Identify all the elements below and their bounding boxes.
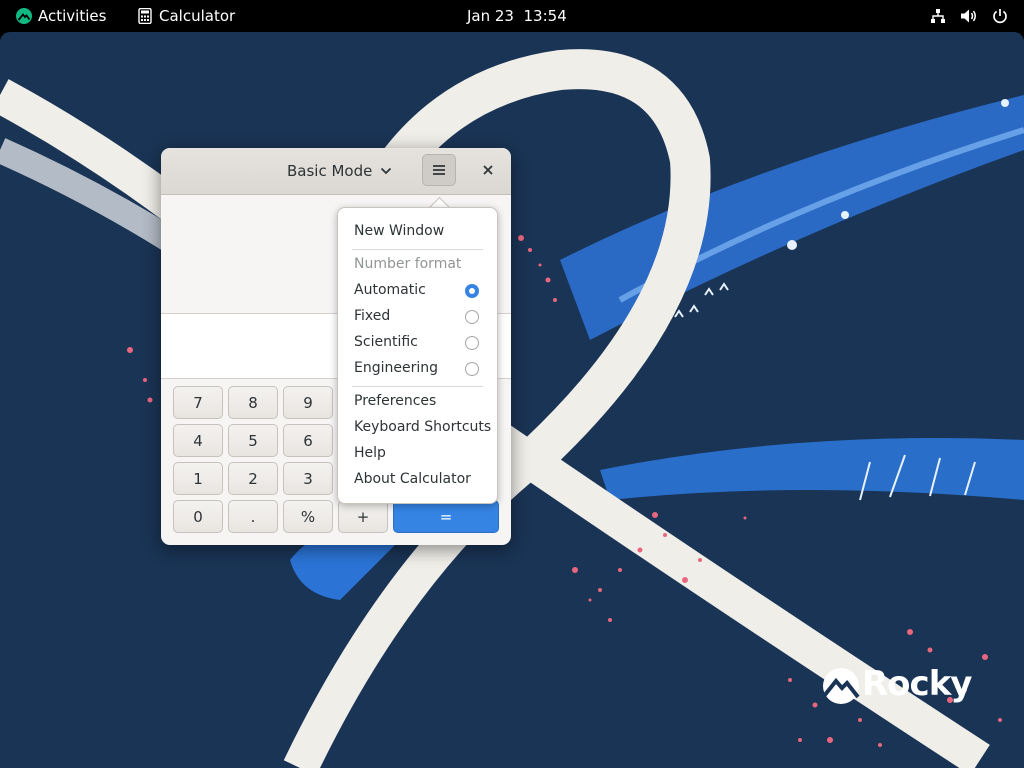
key-percent[interactable]: % [283, 500, 333, 533]
radio-scientific[interactable] [465, 336, 479, 350]
number-format-header: Number format [354, 256, 462, 272]
desktop: Rocky Basic Mode 7 8 9 4 5 6 1 2 3 0 . %… [0, 32, 1024, 768]
key-plus[interactable]: + [338, 500, 388, 533]
chevron-down-icon [380, 167, 392, 175]
menu-item-preferences[interactable]: Preferences [354, 393, 436, 409]
key-3[interactable]: 3 [283, 462, 333, 495]
key-2[interactable]: 2 [228, 462, 278, 495]
close-icon [483, 165, 493, 175]
menu-item-help[interactable]: Help [354, 445, 386, 461]
top-bar: Activities Calculator Jan 23 13:54 [0, 0, 1024, 32]
radio-fixed[interactable] [465, 310, 479, 324]
key-8[interactable]: 8 [228, 386, 278, 419]
rocky-brand-logo: Rocky [862, 664, 972, 704]
key-decimal-point[interactable]: . [228, 500, 278, 533]
menu-separator [352, 386, 483, 387]
menu-item-fixed[interactable]: Fixed [354, 308, 390, 324]
power-icon [992, 8, 1008, 24]
menu-item-automatic[interactable]: Automatic [354, 282, 426, 298]
key-6[interactable]: 6 [283, 424, 333, 457]
key-1[interactable]: 1 [173, 462, 223, 495]
header-bar: Basic Mode [161, 148, 511, 195]
key-9[interactable]: 9 [283, 386, 333, 419]
key-5[interactable]: 5 [228, 424, 278, 457]
key-equals[interactable]: = [393, 500, 499, 533]
menu-item-new-window[interactable]: New Window [354, 223, 444, 239]
menu-item-scientific[interactable]: Scientific [354, 334, 418, 350]
menu-item-engineering[interactable]: Engineering [354, 360, 438, 376]
clock-label: Jan 23 13:54 [467, 7, 567, 25]
activities-label: Activities [38, 7, 107, 25]
system-tray[interactable] [930, 0, 1008, 32]
key-7[interactable]: 7 [173, 386, 223, 419]
clock-button[interactable]: Jan 23 13:54 [467, 0, 567, 32]
activities-button[interactable]: Activities [16, 0, 106, 32]
rocky-logo-icon [16, 8, 32, 24]
menu-separator [352, 249, 483, 250]
menu-item-about[interactable]: About Calculator [354, 471, 471, 487]
radio-automatic[interactable] [465, 284, 479, 298]
volume-icon [960, 8, 978, 24]
main-menu-button[interactable] [422, 154, 456, 186]
calculator-icon [138, 8, 152, 24]
menu-item-keyboard-shortcuts[interactable]: Keyboard Shortcuts [354, 419, 491, 435]
main-menu-popover: New Window Number format Automatic Fixed… [337, 207, 498, 504]
wallpaper [0, 49, 1024, 768]
key-4[interactable]: 4 [173, 424, 223, 457]
close-window-button[interactable] [473, 155, 503, 185]
key-0[interactable]: 0 [173, 500, 223, 533]
hamburger-menu-icon [433, 165, 445, 175]
radio-engineering[interactable] [465, 362, 479, 376]
mode-label: Basic Mode [287, 162, 373, 180]
mode-switch-button[interactable]: Basic Mode [279, 156, 400, 186]
network-icon [930, 8, 946, 24]
app-menu-button[interactable]: Calculator [138, 0, 235, 32]
app-menu-label: Calculator [159, 7, 236, 25]
